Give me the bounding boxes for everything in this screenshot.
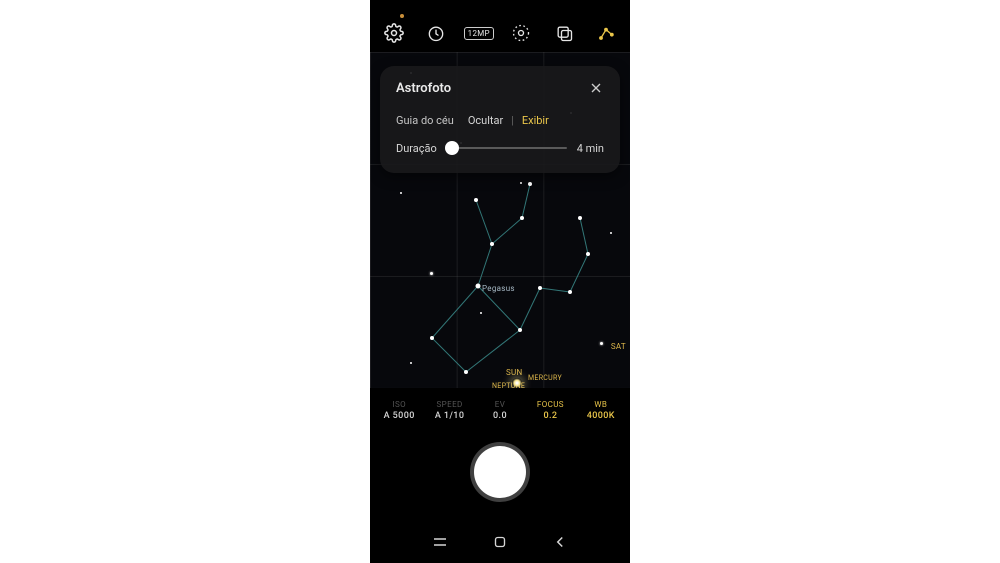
astrofoto-panel-title: Astrofoto: [396, 81, 451, 96]
param-iso[interactable]: ISO A 5000: [374, 392, 424, 428]
camera-viewfinder[interactable]: Pegasus SAT SUN MERCURY NEPTUNE Astrofot…: [370, 52, 630, 388]
astrofoto-panel: Astrofoto Guia do céu Ocultar | Exibir D…: [380, 66, 620, 173]
sky-guide-label: Guia do céu: [396, 114, 454, 127]
param-ev[interactable]: EV 0.0: [475, 392, 525, 428]
android-navbar: [370, 531, 630, 553]
duration-label: Duração: [396, 142, 437, 155]
shutter-area: [370, 432, 630, 512]
astrophoto-mode-icon[interactable]: [594, 21, 618, 45]
param-focus[interactable]: FOCUS 0.2: [525, 392, 575, 428]
shutter-button[interactable]: [474, 446, 526, 498]
nav-home-icon[interactable]: [491, 533, 509, 551]
timer-icon[interactable]: [424, 21, 448, 45]
camera-top-toolbar: 12MP: [370, 18, 630, 48]
phone-frame: 12MP: [370, 0, 630, 563]
resolution-badge[interactable]: 12MP: [467, 21, 491, 45]
duration-slider[interactable]: [447, 141, 567, 155]
sun-glow: [512, 378, 522, 388]
camera-params-bar: ISO A 5000 SPEED A 1/10 EV 0.0 FOCUS 0.2…: [370, 392, 630, 428]
motion-photo-icon[interactable]: [509, 21, 533, 45]
nav-recents-icon[interactable]: [431, 533, 449, 551]
duration-row: Duração 4 min: [396, 141, 604, 155]
settings-icon[interactable]: [382, 21, 406, 45]
sky-guide-row: Guia do céu Ocultar | Exibir: [396, 114, 604, 127]
body-label-sun: SUN: [506, 368, 523, 377]
constellation-label-pegasus: Pegasus: [482, 284, 515, 293]
duration-value: 4 min: [577, 142, 604, 155]
sky-guide-option-hide[interactable]: Ocultar: [468, 114, 503, 127]
slider-thumb[interactable]: [445, 141, 459, 155]
aspect-ratio-icon[interactable]: [552, 21, 576, 45]
param-wb[interactable]: WB 4000K: [576, 392, 626, 428]
close-icon[interactable]: [588, 80, 604, 96]
body-label-mercury: MERCURY: [528, 374, 562, 382]
sky-guide-option-show[interactable]: Exibir: [522, 114, 549, 127]
nav-back-icon[interactable]: [551, 533, 569, 551]
option-separator: |: [511, 114, 514, 127]
body-label-sat: SAT: [611, 342, 626, 351]
param-speed[interactable]: SPEED A 1/10: [424, 392, 474, 428]
